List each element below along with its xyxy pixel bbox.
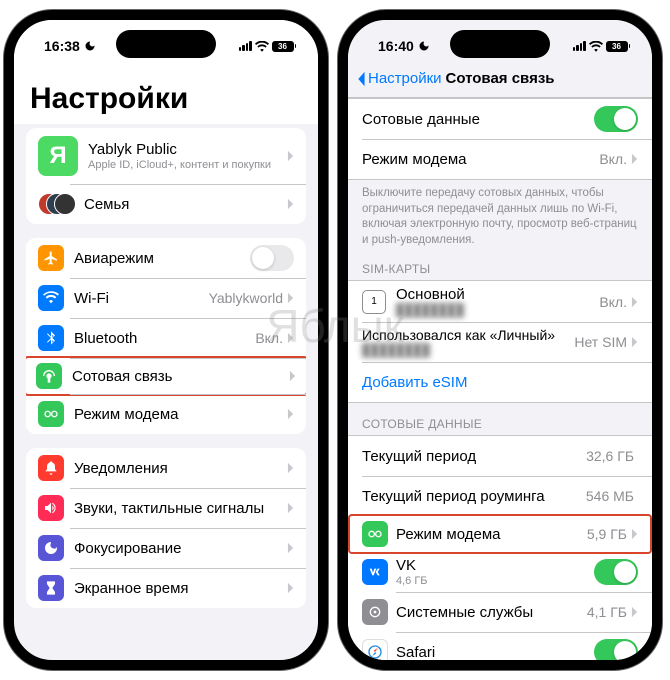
account-sub: Apple ID, iCloud+, контент и покупки <box>88 159 287 171</box>
chevron-right-icon <box>287 502 294 514</box>
chevron-right-icon <box>287 408 294 420</box>
status-time: 16:40 <box>378 38 414 54</box>
dynamic-island <box>450 30 550 58</box>
cellular-data-row[interactable]: Сотовые данные <box>348 99 652 139</box>
moon-icon <box>38 535 64 561</box>
bluetooth-row[interactable]: Bluetooth Вкл. <box>26 318 306 358</box>
wifi-settings-icon <box>38 285 64 311</box>
notifications-row[interactable]: Уведомления <box>26 448 306 488</box>
chevron-right-icon <box>631 336 638 348</box>
cellular-row[interactable]: Сотовая связь <box>26 356 306 396</box>
account-name: Yablyk Public <box>88 141 287 158</box>
do-not-disturb-icon <box>418 40 430 52</box>
hotspot-usage-row[interactable]: Режим модема 5,9 ГБ <box>348 514 652 554</box>
chevron-right-icon <box>289 370 296 382</box>
status-time: 16:38 <box>44 38 80 54</box>
chevron-right-icon <box>631 153 638 165</box>
account-avatar: Я <box>38 136 78 176</box>
sounds-row[interactable]: Звуки, тактильные сигналы <box>26 488 306 528</box>
blurred-number: ████████ <box>362 343 574 357</box>
family-row[interactable]: Семья <box>26 184 306 224</box>
chevron-right-icon <box>631 296 638 308</box>
phone-right-cellular: 16:40 36 Настройки Сотовая связь Сотовые… <box>338 10 662 670</box>
do-not-disturb-icon <box>84 40 96 52</box>
chevron-left-icon <box>356 71 366 87</box>
sim-secondary-row[interactable]: Использовался как «Личный» ████████ Нет … <box>348 322 652 362</box>
speaker-icon <box>38 495 64 521</box>
battery-icon: 36 <box>272 41 297 52</box>
safari-toggle[interactable] <box>594 639 638 665</box>
chevron-right-icon <box>287 198 294 210</box>
blurred-carrier: ████████ <box>396 303 599 317</box>
roaming-period-row[interactable]: Текущий период роуминга 546 МБ <box>348 476 652 516</box>
hotspot-icon <box>38 401 64 427</box>
hourglass-icon <box>38 575 64 601</box>
chevron-right-icon <box>287 332 294 344</box>
screentime-row[interactable]: Экранное время <box>26 568 306 608</box>
vk-row[interactable]: VK 4,6 ГБ <box>348 552 652 592</box>
bell-icon <box>38 455 64 481</box>
sim-header: SIM-КАРТЫ <box>348 248 652 280</box>
wifi-row[interactable]: Wi-Fi Yablykworld <box>26 278 306 318</box>
sim-1-icon: 1 <box>362 290 386 314</box>
vk-toggle[interactable] <box>594 559 638 585</box>
safari-row[interactable]: Safari <box>348 632 652 670</box>
chevron-right-icon <box>287 292 294 304</box>
page-title: Настройки <box>14 60 318 124</box>
chevron-right-icon <box>287 150 294 162</box>
safari-icon <box>362 639 388 665</box>
back-button[interactable]: Настройки <box>356 70 442 87</box>
gear-icon <box>362 599 388 625</box>
family-avatars-icon <box>38 191 74 217</box>
hotspot-row[interactable]: Режим модема Вкл. <box>348 139 652 179</box>
nav-title: Сотовая связь <box>445 70 554 87</box>
chevron-right-icon <box>287 462 294 474</box>
airplane-icon <box>38 245 64 271</box>
wifi-value: Yablykworld <box>209 290 283 306</box>
current-period-row[interactable]: Текущий период 32,6 ГБ <box>348 436 652 476</box>
cellular-signal-icon <box>239 41 252 51</box>
airplane-toggle[interactable] <box>250 245 294 271</box>
apple-id-row[interactable]: Я Yablyk Public Apple ID, iCloud+, конте… <box>26 128 306 184</box>
sim-primary-row[interactable]: 1 Основной ████████ Вкл. <box>348 281 652 322</box>
dynamic-island <box>116 30 216 58</box>
chevron-right-icon <box>631 606 638 618</box>
wifi-icon <box>589 41 603 52</box>
chevron-right-icon <box>287 582 294 594</box>
cellular-signal-icon <box>573 41 586 51</box>
cellular-data-toggle[interactable] <box>594 106 638 132</box>
nav-bar: Настройки Сотовая связь <box>348 60 652 98</box>
chevron-right-icon <box>631 528 638 540</box>
add-esim-row[interactable]: Добавить eSIM <box>348 362 652 402</box>
wifi-icon <box>255 41 269 52</box>
data-header: СОТОВЫЕ ДАННЫЕ <box>348 403 652 435</box>
vk-icon <box>362 559 388 585</box>
system-services-row[interactable]: Системные службы 4,1 ГБ <box>348 592 652 632</box>
hotspot-icon <box>362 521 388 547</box>
bluetooth-icon <box>38 325 64 351</box>
battery-icon: 36 <box>606 41 631 52</box>
focus-row[interactable]: Фокусирование <box>26 528 306 568</box>
bluetooth-value: Вкл. <box>255 330 283 346</box>
cellular-footer-text: Выключите передачу сотовых данных, чтобы… <box>348 180 652 248</box>
phone-left-settings: 16:38 36 Настройки Я Yablyk Public Apple… <box>4 10 328 670</box>
antenna-icon <box>36 363 62 389</box>
airplane-mode-row[interactable]: Авиарежим <box>26 238 306 278</box>
chevron-right-icon <box>287 542 294 554</box>
hotspot-row[interactable]: Режим модема <box>26 394 306 434</box>
